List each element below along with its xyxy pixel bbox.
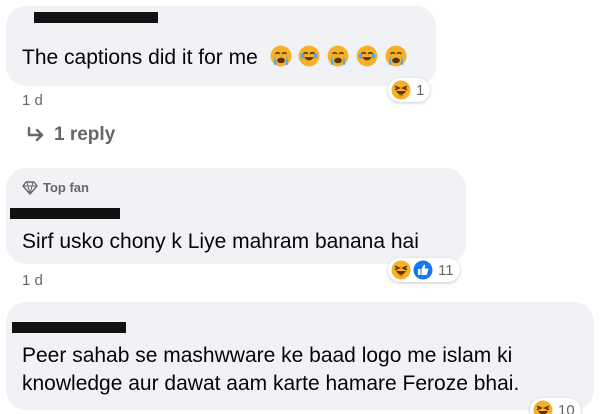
reply-arrow-icon bbox=[27, 126, 44, 142]
redacted-author-name bbox=[10, 208, 120, 219]
comment-text-line-1: Peer sahab se mashwware ke baad logo me … bbox=[22, 344, 513, 367]
reaction-summary[interactable]: 10 bbox=[530, 398, 581, 414]
comment-bubble-3: Peer sahab se mashwware ke baad logo me … bbox=[6, 302, 594, 410]
comment-text-line-2: knowledge aur dawat aam karte hamare Fer… bbox=[22, 372, 520, 395]
haha-icon bbox=[533, 400, 553, 414]
top-fan-badge: Top fan bbox=[22, 180, 89, 195]
redacted-author-name bbox=[12, 322, 126, 333]
comment-timestamp[interactable]: 1 d bbox=[22, 92, 43, 109]
reaction-count: 11 bbox=[438, 261, 454, 279]
top-fan-label: Top fan bbox=[43, 180, 89, 195]
comment-timestamp[interactable]: 1 d bbox=[22, 272, 43, 289]
redacted-author-name bbox=[34, 12, 158, 23]
reaction-count: 10 bbox=[558, 401, 575, 414]
reply-count-label: 1 reply bbox=[54, 124, 116, 145]
comment-text: The captions did it for me bbox=[22, 44, 408, 72]
diamond-icon bbox=[22, 180, 38, 195]
loudly-crying-face-icon bbox=[270, 45, 292, 67]
like-icon bbox=[413, 260, 433, 280]
inline-emoji-row bbox=[270, 45, 408, 69]
comment-text-body: The captions did it for me bbox=[22, 46, 258, 69]
loudly-crying-face-icon bbox=[327, 45, 349, 67]
joy-face-icon bbox=[356, 45, 378, 67]
comment-text: Sirf usko chony k Liye mahram banana hai bbox=[22, 230, 419, 253]
reaction-summary[interactable]: 11 bbox=[388, 258, 460, 282]
haha-icon bbox=[391, 260, 411, 280]
joy-face-icon bbox=[299, 45, 320, 67]
comment-bubble-2: Top fan Sirf usko chony k Liye mahram ba… bbox=[6, 168, 466, 264]
haha-icon bbox=[391, 80, 411, 100]
comment-bubble-1: The captions did it for me bbox=[6, 6, 436, 86]
reaction-count: 1 bbox=[416, 81, 425, 99]
loudly-crying-face-icon bbox=[385, 45, 407, 67]
reaction-summary[interactable]: 1 bbox=[388, 78, 431, 102]
view-replies-link[interactable]: 1 reply bbox=[26, 124, 115, 146]
